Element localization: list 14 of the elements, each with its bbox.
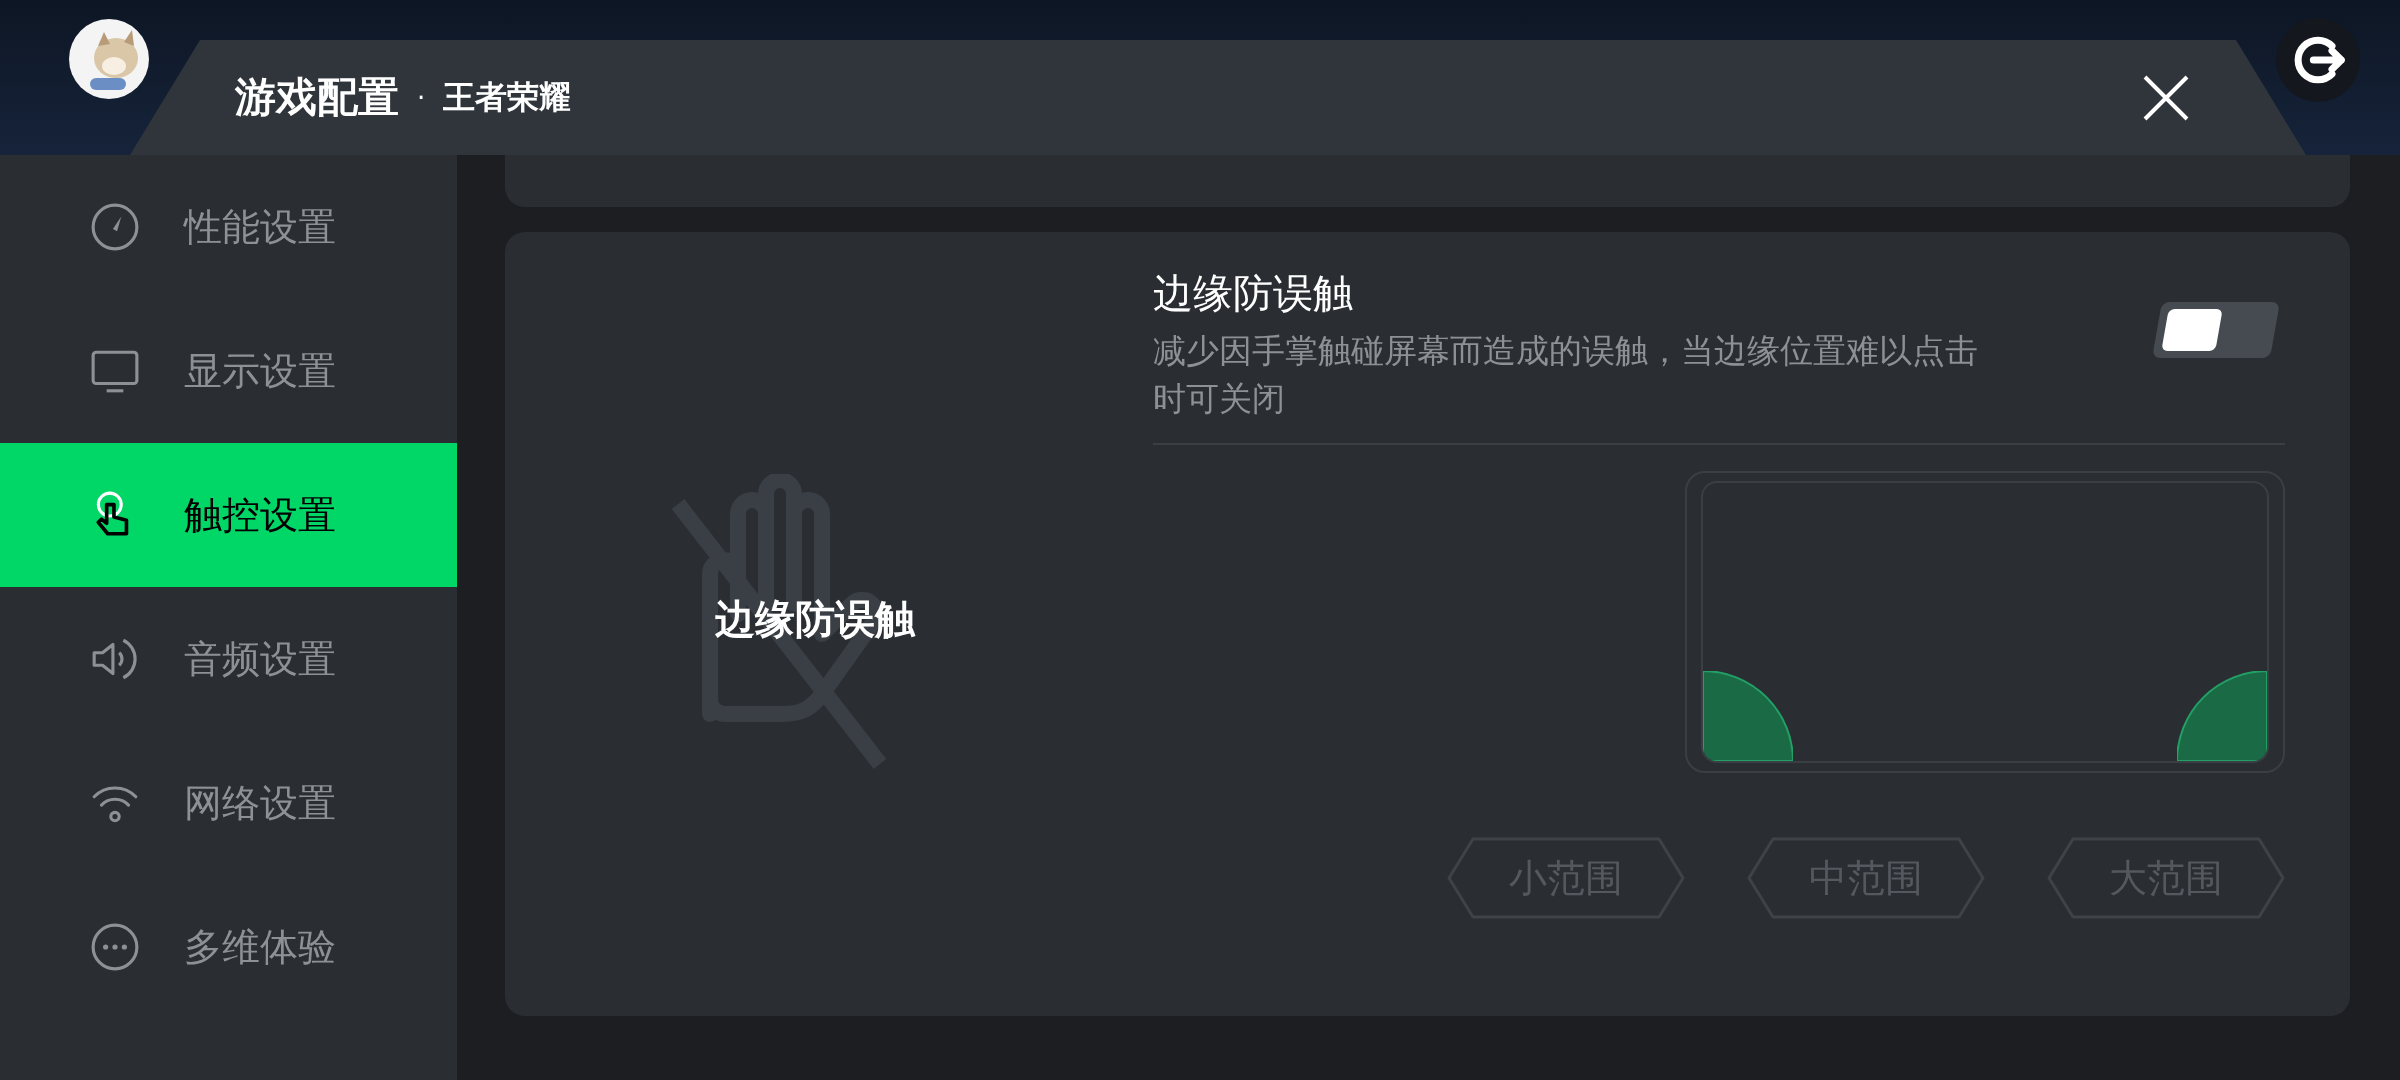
setting-title: 边缘防误触	[1153, 269, 1354, 318]
gauge-icon	[90, 202, 140, 252]
game-name: 王者荣耀	[443, 76, 572, 118]
feature-label: 边缘防误触	[715, 595, 915, 644]
setting-description: 减少因手掌触碰屏幕而造成的误触，当边缘位置难以点击时可关闭	[1153, 330, 1979, 420]
sidebar-item[interactable]: 多维体验	[0, 875, 457, 1019]
dialog-title: 游戏配置	[235, 72, 399, 123]
separator-dot: ·	[417, 82, 426, 113]
sidebar-item[interactable]: 性能设置	[0, 155, 457, 299]
sidebar-item[interactable]: 音频设置	[0, 587, 457, 731]
sidebar-item[interactable]: 网络设置	[0, 731, 457, 875]
more-icon	[90, 922, 140, 972]
sidebar-item[interactable]: 显示设置	[0, 299, 457, 443]
sidebar-item[interactable]: 触控设置	[0, 443, 457, 587]
